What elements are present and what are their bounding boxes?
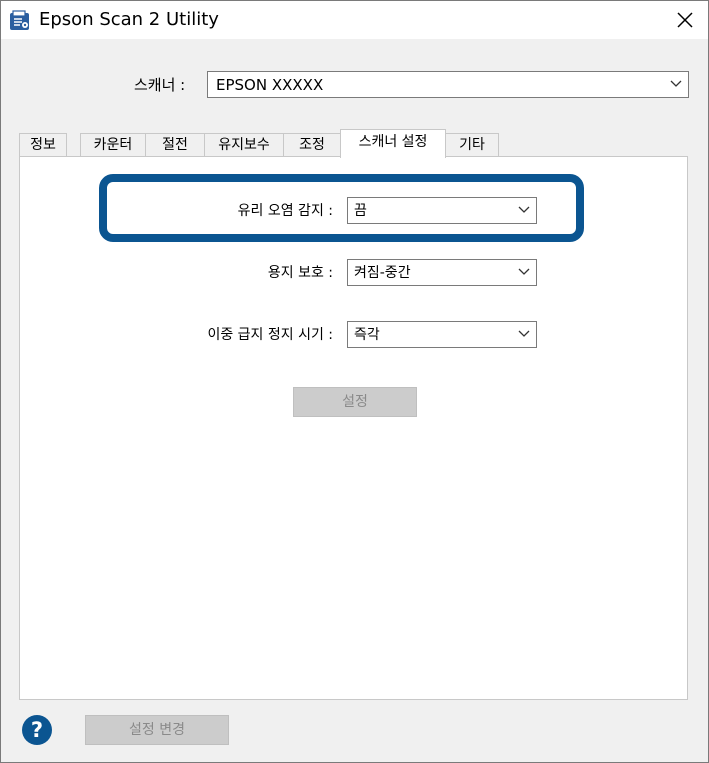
tab-adjustment[interactable]: 조정 xyxy=(283,133,341,157)
set-button[interactable]: 설정 xyxy=(293,387,417,417)
double-feed-stop-select[interactable]: 즉각 xyxy=(347,321,537,348)
paper-protection-label: 용지 보호 : xyxy=(267,265,333,281)
utility-window: Epson Scan 2 Utility 스캐너 : EPSON XXXXX 정… xyxy=(0,0,709,763)
title-bar: Epson Scan 2 Utility xyxy=(1,1,708,39)
change-settings-button[interactable]: 설정 변경 xyxy=(85,715,229,745)
close-icon xyxy=(677,12,693,28)
epson-scan-app-icon xyxy=(10,10,29,30)
tab-maintenance[interactable]: 유지보수 xyxy=(204,133,284,157)
chevron-down-icon xyxy=(518,268,530,275)
help-icon[interactable]: ? xyxy=(22,715,52,745)
tab-counter[interactable]: 카운터 xyxy=(80,133,146,157)
scanner-label: 스캐너 : xyxy=(134,76,186,94)
tab-power-saving[interactable]: 절전 xyxy=(145,133,205,157)
paper-protection-select[interactable]: 켜짐-중간 xyxy=(347,259,537,286)
glass-dirt-value: 끔 xyxy=(354,203,367,219)
chevron-down-icon xyxy=(518,206,530,213)
scanner-select-value: EPSON XXXXX xyxy=(216,76,324,94)
scanner-settings-panel xyxy=(19,156,688,700)
tab-other[interactable]: 기타 xyxy=(445,133,499,157)
paper-protection-value: 켜짐-중간 xyxy=(354,265,411,281)
glass-dirt-label: 유리 오염 감지 : xyxy=(237,203,333,219)
close-button[interactable] xyxy=(662,1,708,39)
scanner-select[interactable]: EPSON XXXXX xyxy=(207,71,689,98)
window-title: Epson Scan 2 Utility xyxy=(39,9,219,30)
double-feed-stop-label: 이중 급지 정지 시기 : xyxy=(207,327,333,343)
glass-dirt-select[interactable]: 끔 xyxy=(347,197,537,224)
chevron-down-icon xyxy=(670,80,682,87)
double-feed-stop-value: 즉각 xyxy=(354,327,380,343)
chevron-down-icon xyxy=(518,330,530,337)
tab-info[interactable]: 정보 xyxy=(19,133,67,157)
tab-scanner-settings[interactable]: 스캐너 설정 xyxy=(340,129,446,158)
